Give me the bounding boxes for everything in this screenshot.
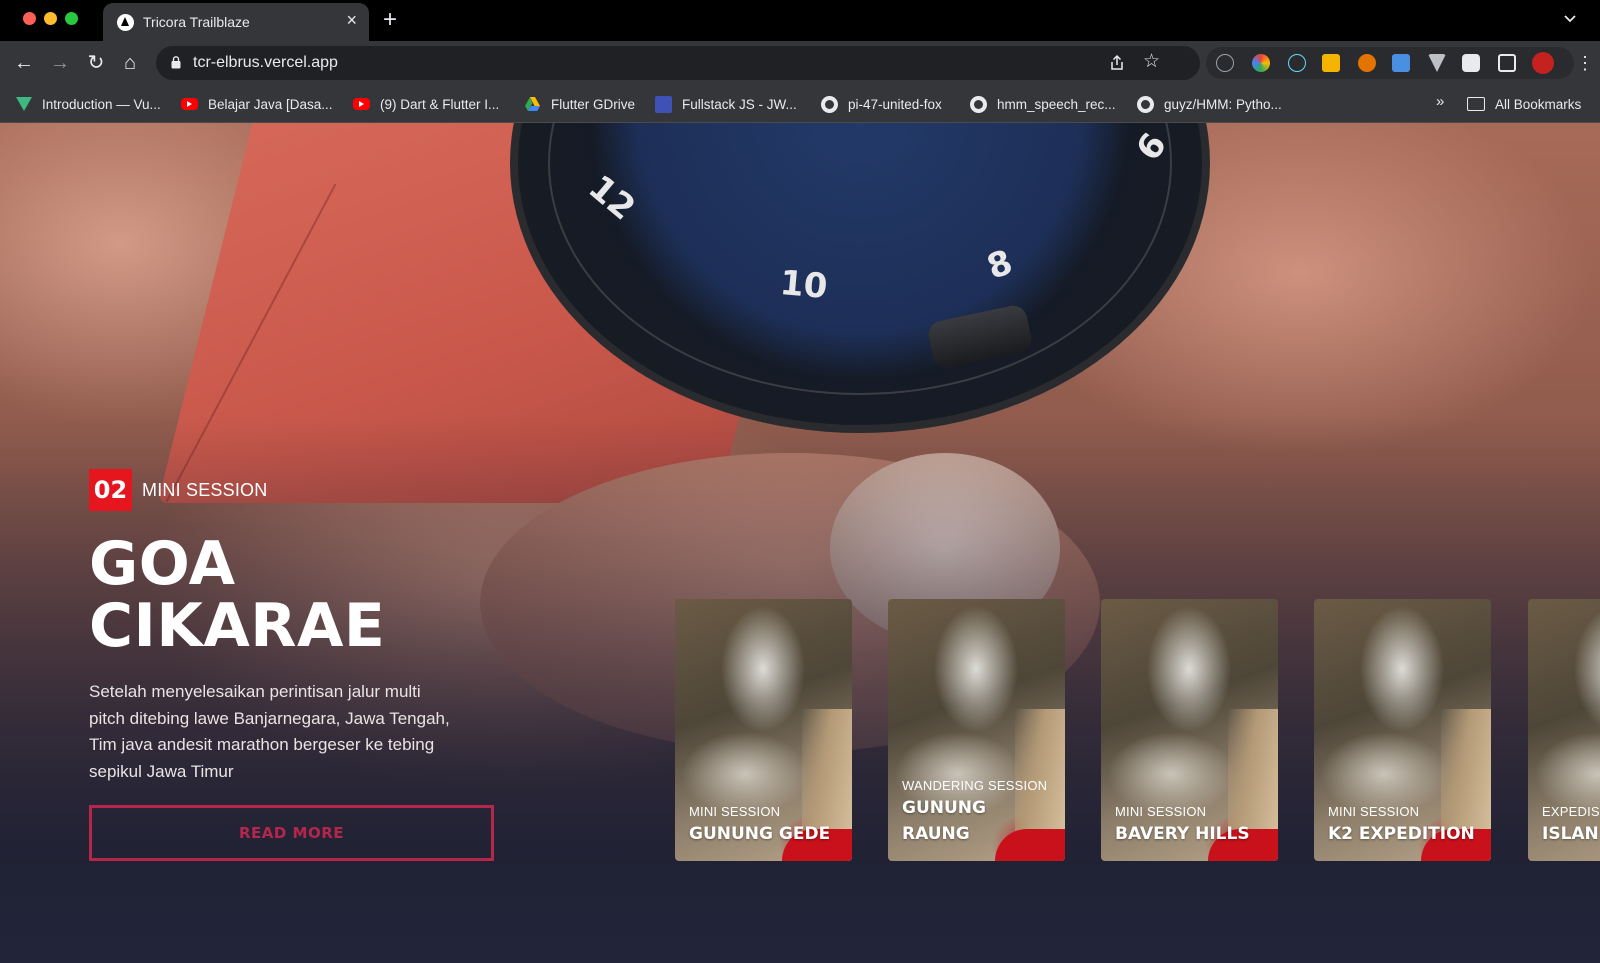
formula-extension-icon[interactable] [1216, 54, 1234, 72]
card-title: BAVERY HILLS [1115, 824, 1250, 844]
bookmark-item[interactable]: Belajar Java [Dasa... [181, 94, 333, 114]
folder-icon [1467, 97, 1485, 111]
docs-extension-icon[interactable] [1392, 54, 1410, 72]
tab-strip: Tricora Trailblaze × + [0, 0, 1600, 41]
bookmark-item[interactable]: Flutter GDrive [524, 94, 635, 114]
react-devtools-icon[interactable] [1288, 54, 1306, 72]
bookmark-label: (9) Dart & Flutter I... [380, 96, 500, 112]
github-icon [821, 95, 838, 113]
youtube-icon [181, 98, 198, 110]
extensions-bar [1206, 47, 1574, 79]
bookmark-item[interactable]: Fullstack JS - JW... [655, 94, 797, 114]
browser-menu-button[interactable]: ⋮ [1576, 51, 1594, 75]
bookmark-label: Fullstack JS - JW... [682, 96, 797, 112]
site-favicon-icon [117, 14, 134, 31]
all-bookmarks-label: All Bookmarks [1495, 96, 1582, 112]
destination-card[interactable]: WANDERING SESSION GUNUNG RAUNG [888, 599, 1065, 861]
card-subtitle: EXPEDISI [1542, 804, 1600, 819]
lock-icon[interactable] [171, 56, 181, 69]
card-title-line2: RAUNG [902, 824, 970, 844]
card-title: ISLAN [1542, 824, 1599, 844]
card-subtitle: MINI SESSION [1328, 804, 1420, 819]
youtube-icon [353, 98, 370, 110]
bookmark-label: hmm_speech_rec... [997, 96, 1116, 112]
url-text[interactable]: tcr-elbrus.vercel.app [193, 54, 338, 72]
new-tab-button[interactable]: + [383, 6, 397, 34]
jw-icon [655, 95, 672, 113]
bookmark-item[interactable]: guyz/HMM: Pytho... [1137, 94, 1282, 114]
home-button[interactable]: ⌂ [118, 51, 142, 75]
minimize-window-button[interactable] [44, 12, 57, 25]
reload-button[interactable]: ↻ [84, 51, 108, 75]
bookmark-item[interactable]: Introduction — Vu... [16, 94, 161, 114]
puzzle-extensions-icon[interactable] [1462, 54, 1480, 72]
github-icon [1137, 95, 1154, 113]
all-bookmarks-button[interactable]: All Bookmarks [1467, 94, 1581, 114]
hero-title-line1: GOA [89, 529, 236, 599]
close-window-button[interactable] [23, 12, 36, 25]
card-subtitle: MINI SESSION [689, 804, 781, 819]
session-badge: 02 MINI SESSION [89, 469, 509, 511]
bug-extension-icon[interactable] [1358, 54, 1376, 72]
page-viewport: 12 10 8 6 02 MINI SESSION GOA CIKARAE Se… [0, 123, 1600, 963]
folder-extension-icon[interactable] [1322, 54, 1340, 72]
read-more-button[interactable]: READ MORE [89, 805, 494, 861]
bookmarks-overflow-button[interactable]: » [1436, 93, 1444, 110]
bookmark-label: guyz/HMM: Pytho... [1164, 96, 1282, 112]
back-button[interactable]: ← [12, 51, 36, 75]
forward-button[interactable]: → [48, 51, 72, 75]
bookmark-star-icon[interactable]: ☆ [1143, 52, 1160, 72]
vuejs-extension-icon[interactable] [1428, 54, 1446, 72]
destination-card[interactable]: MINI SESSION BAVERY HILLS [1101, 599, 1278, 861]
profile-avatar[interactable] [1532, 52, 1554, 74]
tab-close-button[interactable]: × [346, 10, 357, 30]
hero-description: Setelah menyelesaikan perintisan jalur m… [89, 682, 450, 781]
bookmark-item[interactable]: hmm_speech_rec... [970, 94, 1116, 114]
bookmark-label: pi-47-united-fox [848, 96, 942, 112]
bookmarks-bar: Introduction — Vu... Belajar Java [Dasa.… [0, 85, 1600, 123]
card-subtitle: WANDERING SESSION [902, 778, 1048, 793]
bookmark-label: Flutter GDrive [551, 96, 636, 112]
side-panel-icon[interactable] [1498, 54, 1516, 72]
bookmark-item[interactable]: pi-47-united-fox [821, 94, 942, 114]
badge-number: 02 [89, 469, 132, 511]
bookmark-item[interactable]: (9) Dart & Flutter I... [353, 94, 499, 114]
hero-title: GOA CIKARAE [89, 533, 509, 657]
github-icon [970, 95, 987, 113]
card-backpack [995, 829, 1065, 861]
browser-toolbar: ← → ↻ ⌂ tcr-elbrus.vercel.app ☆ ⋮ [0, 41, 1600, 85]
destination-card[interactable]: MINI SESSION K2 EXPEDITION [1314, 599, 1491, 861]
maximize-window-button[interactable] [65, 12, 78, 25]
card-title: GUNUNG [902, 798, 986, 818]
bookmark-label: Belajar Java [Dasa... [208, 96, 333, 112]
google-drive-icon [525, 96, 540, 111]
active-tab[interactable]: Tricora Trailblaze × [103, 3, 369, 41]
address-bar[interactable]: tcr-elbrus.vercel.app ☆ [156, 46, 1200, 80]
badge-label: MINI SESSION [142, 479, 268, 500]
card-title: K2 EXPEDITION [1328, 824, 1475, 844]
vue-icon [16, 97, 32, 111]
card-subtitle: MINI SESSION [1115, 804, 1207, 819]
hero-title-line2: CIKARAE [89, 591, 386, 661]
color-picker-extension-icon[interactable] [1252, 54, 1270, 72]
destination-card[interactable]: MINI SESSION GUNUNG GEDE [675, 599, 852, 861]
card-title: GUNUNG GEDE [689, 824, 831, 844]
destination-card[interactable]: EXPEDISI ISLAN [1528, 599, 1600, 861]
tab-title: Tricora Trailblaze [143, 14, 250, 30]
bookmark-label: Introduction — Vu... [42, 96, 161, 112]
tab-search-chevron-icon[interactable] [1562, 11, 1578, 27]
hero-content: 02 MINI SESSION GOA CIKARAE Setelah meny… [89, 469, 509, 785]
share-icon[interactable] [1108, 54, 1126, 72]
